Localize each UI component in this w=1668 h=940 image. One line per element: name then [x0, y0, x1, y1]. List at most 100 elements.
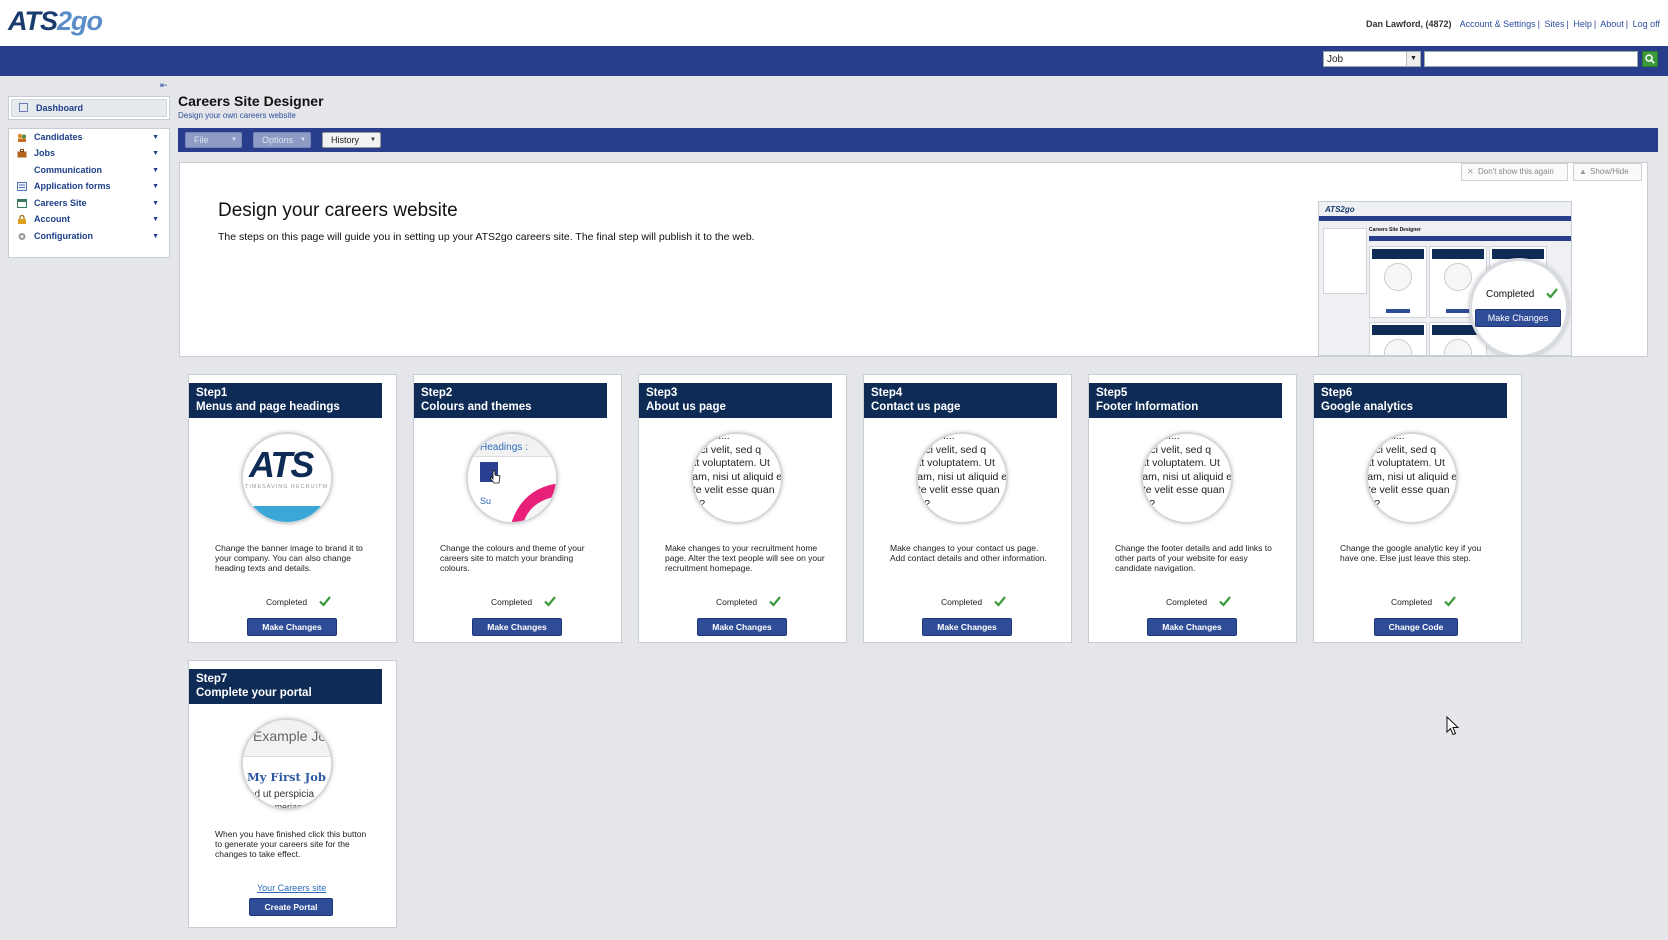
- check-icon: [544, 596, 556, 607]
- step-title: Google analytics: [1321, 401, 1414, 413]
- step-description: Make changes to your recruitment home pa…: [665, 543, 825, 573]
- preview-completed-label: Completed: [1486, 289, 1535, 300]
- collapse-sidebar-icon[interactable]: ⇤: [160, 80, 168, 91]
- chevron-down-icon: ▼: [370, 137, 376, 143]
- step-description: Change the banner image to brand it to y…: [215, 543, 363, 573]
- preview-nav: [1319, 216, 1571, 221]
- make-changes-button[interactable]: Make Changes: [472, 618, 562, 636]
- chevron-down-icon: ▼: [152, 200, 159, 207]
- step-description: Change the colours and theme of your car…: [440, 543, 585, 573]
- sidebar-item-application-forms[interactable]: Application forms ▼: [9, 178, 169, 195]
- sidebar-item-jobs[interactable]: Jobs ▼: [9, 145, 169, 162]
- step-image-portal: Example Jo My First Job ed ut perspicia …: [241, 718, 333, 810]
- dont-show-again-button[interactable]: ✕ Don't show this again: [1461, 163, 1568, 181]
- sidebar-item-communication[interactable]: Communication ▼: [9, 162, 169, 179]
- step-image-about: ...sequi... pisci velit, sed q rat volup…: [691, 432, 783, 524]
- chevron-down-icon: ▼: [152, 167, 159, 174]
- intro-title: Design your careers website: [218, 200, 458, 221]
- step-status: Completed: [1391, 597, 1433, 607]
- sidebar-item-careers-site[interactable]: Careers Site ▼: [9, 195, 169, 212]
- preview-card: [1369, 322, 1427, 355]
- show-hide-label: Show/Hide: [1590, 167, 1629, 176]
- step-number: Step1: [196, 387, 228, 399]
- step-status: Completed: [1166, 597, 1208, 607]
- su-label: Su: [480, 496, 492, 506]
- step-header: Step7 Complete your portal: [189, 669, 382, 704]
- portal-job-title: My First Job: [247, 770, 326, 784]
- step-image-footer: ...sequi... pisci velit, sed q rat volup…: [1141, 432, 1233, 524]
- page-subtitle: Design your own careers website: [178, 111, 296, 120]
- help-link[interactable]: Help: [1573, 19, 1592, 29]
- lorem-text: ...sequi... pisci velit, sed q rat volup…: [916, 432, 1008, 510]
- check-icon: [1444, 596, 1456, 607]
- app-logo[interactable]: ATS2go: [8, 6, 103, 37]
- configuration-icon: [18, 233, 26, 240]
- preview-logo: ATS2go: [1325, 205, 1355, 214]
- make-changes-button[interactable]: Make Changes: [697, 618, 787, 636]
- step-status: Completed: [716, 597, 758, 607]
- make-changes-button[interactable]: Make Changes: [922, 618, 1012, 636]
- about-link[interactable]: About: [1600, 19, 1624, 29]
- step-number: Step2: [421, 387, 453, 399]
- step-header: Step5 Footer Information: [1089, 383, 1282, 418]
- step-status: Completed: [266, 597, 308, 607]
- step-image-banner: ATS TIMESAVING RECRUITM: [241, 432, 333, 524]
- history-menu-button[interactable]: History ▼: [322, 132, 381, 148]
- file-menu-button[interactable]: File ▼: [185, 132, 242, 148]
- preview-sidebar: [1323, 228, 1367, 294]
- make-changes-button[interactable]: Make Changes: [1147, 618, 1237, 636]
- user-name: Dan Lawford, (4872): [1366, 19, 1452, 29]
- check-icon: [994, 596, 1006, 607]
- banner-band: [243, 506, 331, 522]
- chevron-down-icon: ▼: [152, 183, 159, 190]
- jobs-icon: [17, 149, 27, 158]
- colour-wheel-icon: [511, 483, 556, 522]
- account-settings-link[interactable]: Account & Settings: [1460, 19, 1536, 29]
- sidebar-item-label: Candidates: [34, 132, 83, 142]
- create-portal-button[interactable]: Create Portal: [249, 898, 333, 916]
- ats-tagline: TIMESAVING RECRUITM: [245, 484, 329, 490]
- sidebar-menu: Candidates ▼ Jobs ▼ Communication ▼ Applica…: [8, 128, 170, 258]
- careers-site-icon: [17, 199, 27, 208]
- search-type-select[interactable]: Job ▼: [1323, 51, 1421, 67]
- step-title: Footer Information: [1096, 401, 1199, 413]
- search-button[interactable]: [1642, 51, 1658, 67]
- log-off-link[interactable]: Log off: [1633, 19, 1660, 29]
- change-code-button[interactable]: Change Code: [1374, 618, 1458, 636]
- step-title: Colours and themes: [421, 401, 532, 413]
- sidebar-item-account[interactable]: Account ▼: [9, 211, 169, 228]
- step-title: Menus and page headings: [196, 401, 340, 413]
- search-input[interactable]: [1424, 51, 1638, 67]
- sidebar-item-candidates[interactable]: Candidates ▼: [9, 129, 169, 146]
- options-menu-button[interactable]: Options ▼: [253, 132, 311, 148]
- cursor-hand-icon: [490, 470, 501, 484]
- sidebar-item-label: Jobs: [34, 148, 56, 158]
- forms-icon: [17, 182, 27, 191]
- page-title: Careers Site Designer: [178, 93, 324, 109]
- check-icon: [769, 596, 781, 607]
- sites-link[interactable]: Sites: [1544, 19, 1564, 29]
- show-hide-button[interactable]: ▲ Show/Hide: [1573, 163, 1642, 181]
- chevron-down-icon: ▼: [152, 150, 159, 157]
- sidebar-item-label: Account: [34, 214, 70, 224]
- make-changes-button[interactable]: Make Changes: [247, 618, 337, 636]
- step-description: Change the footer details and add links …: [1115, 543, 1272, 573]
- options-label: Options: [262, 135, 294, 145]
- dashboard-panel: Dashboard: [8, 96, 170, 120]
- step-description: Make changes to your contact us page. Ad…: [890, 543, 1047, 563]
- step-card-6: Step6 Google analytics ...sequi... pisci …: [1313, 374, 1522, 643]
- step-card-3: Step3 About us page ...sequi... pisci vel…: [638, 374, 847, 643]
- sidebar-item-configuration[interactable]: Configuration ▼: [9, 228, 169, 245]
- check-icon: [1219, 596, 1231, 607]
- chevron-down-icon: ▼: [152, 134, 159, 141]
- sidebar-item-dashboard[interactable]: Dashboard: [11, 99, 167, 117]
- portal-text: ...meriam: [267, 802, 305, 810]
- preview-toolbar: [1369, 236, 1571, 241]
- your-careers-site-link[interactable]: Your Careers site: [257, 883, 326, 893]
- intro-text: The steps on this page will guide you in…: [218, 231, 755, 243]
- step-header: Step3 About us page: [639, 383, 832, 418]
- candidates-icon: [17, 133, 26, 142]
- sidebar-item-label: Configuration: [34, 231, 93, 241]
- step-title: About us page: [646, 401, 726, 413]
- sidebar-item-label: Communication: [34, 165, 103, 175]
